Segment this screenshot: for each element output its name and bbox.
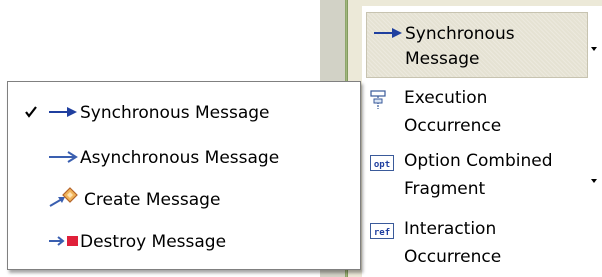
palette-top-edge	[362, 0, 602, 6]
sync-message-drawer[interactable]: Synchronous Message	[366, 12, 588, 78]
drawer-label-line2: Message	[405, 49, 480, 69]
execution-occurrence-icon	[370, 90, 386, 109]
palette-item-line2: Fragment	[404, 179, 486, 199]
drawer-label-line1: Synchronous	[405, 24, 515, 44]
message-type-popup-menu: Synchronous Message Asynchronous Message…	[7, 81, 361, 270]
palette-item-option-combined-fragment[interactable]: opt Option Combined Fragment	[370, 147, 590, 207]
palette-dropdown-arrow[interactable]	[591, 179, 597, 183]
palette-item-label: Interaction Occurrence	[404, 215, 589, 271]
async-arrow-icon	[49, 151, 78, 163]
destroy-message-icon	[49, 236, 78, 246]
palette-item-line1: Interaction	[404, 219, 497, 239]
palette-item-line1: Option Combined	[404, 151, 553, 171]
sync-arrow-icon	[49, 107, 77, 117]
menu-item-label: Destroy Message	[80, 232, 227, 252]
menu-item-label: Asynchronous Message	[80, 148, 280, 168]
menu-item-destroy-message[interactable]: Destroy Message	[8, 223, 360, 261]
menu-item-asynchronous-message[interactable]: Asynchronous Message	[8, 139, 360, 177]
menu-item-label: Create Message	[84, 190, 221, 210]
palette-item-label: Execution Occurrence	[404, 84, 589, 140]
palette-item-line2: Occurrence	[404, 116, 502, 136]
palette-item-execution-occurrence[interactable]: Execution Occurrence	[370, 84, 590, 144]
drawer-label: Synchronous Message	[405, 22, 585, 72]
sync-arrow-icon	[374, 28, 402, 38]
palette-item-label: Option Combined Fragment	[404, 147, 589, 203]
palette-item-interaction-occurrence[interactable]: ref Interaction Occurrence	[370, 215, 590, 275]
palette-item-line1: Execution	[404, 88, 488, 108]
menu-item-label: Synchronous Message	[80, 103, 270, 123]
ref-icon-text: ref	[374, 228, 390, 238]
palette-item-line2: Occurrence	[404, 247, 502, 267]
checkmark-icon	[25, 106, 37, 118]
drawer-dropdown-arrow[interactable]	[591, 47, 597, 51]
create-message-icon	[49, 187, 78, 207]
opt-icon-text: opt	[374, 160, 390, 170]
menu-item-synchronous-message[interactable]: Synchronous Message	[8, 94, 360, 132]
option-combined-fragment-icon: opt	[370, 155, 394, 171]
interaction-occurrence-icon: ref	[370, 223, 394, 239]
menu-item-create-message[interactable]: Create Message	[8, 181, 360, 219]
